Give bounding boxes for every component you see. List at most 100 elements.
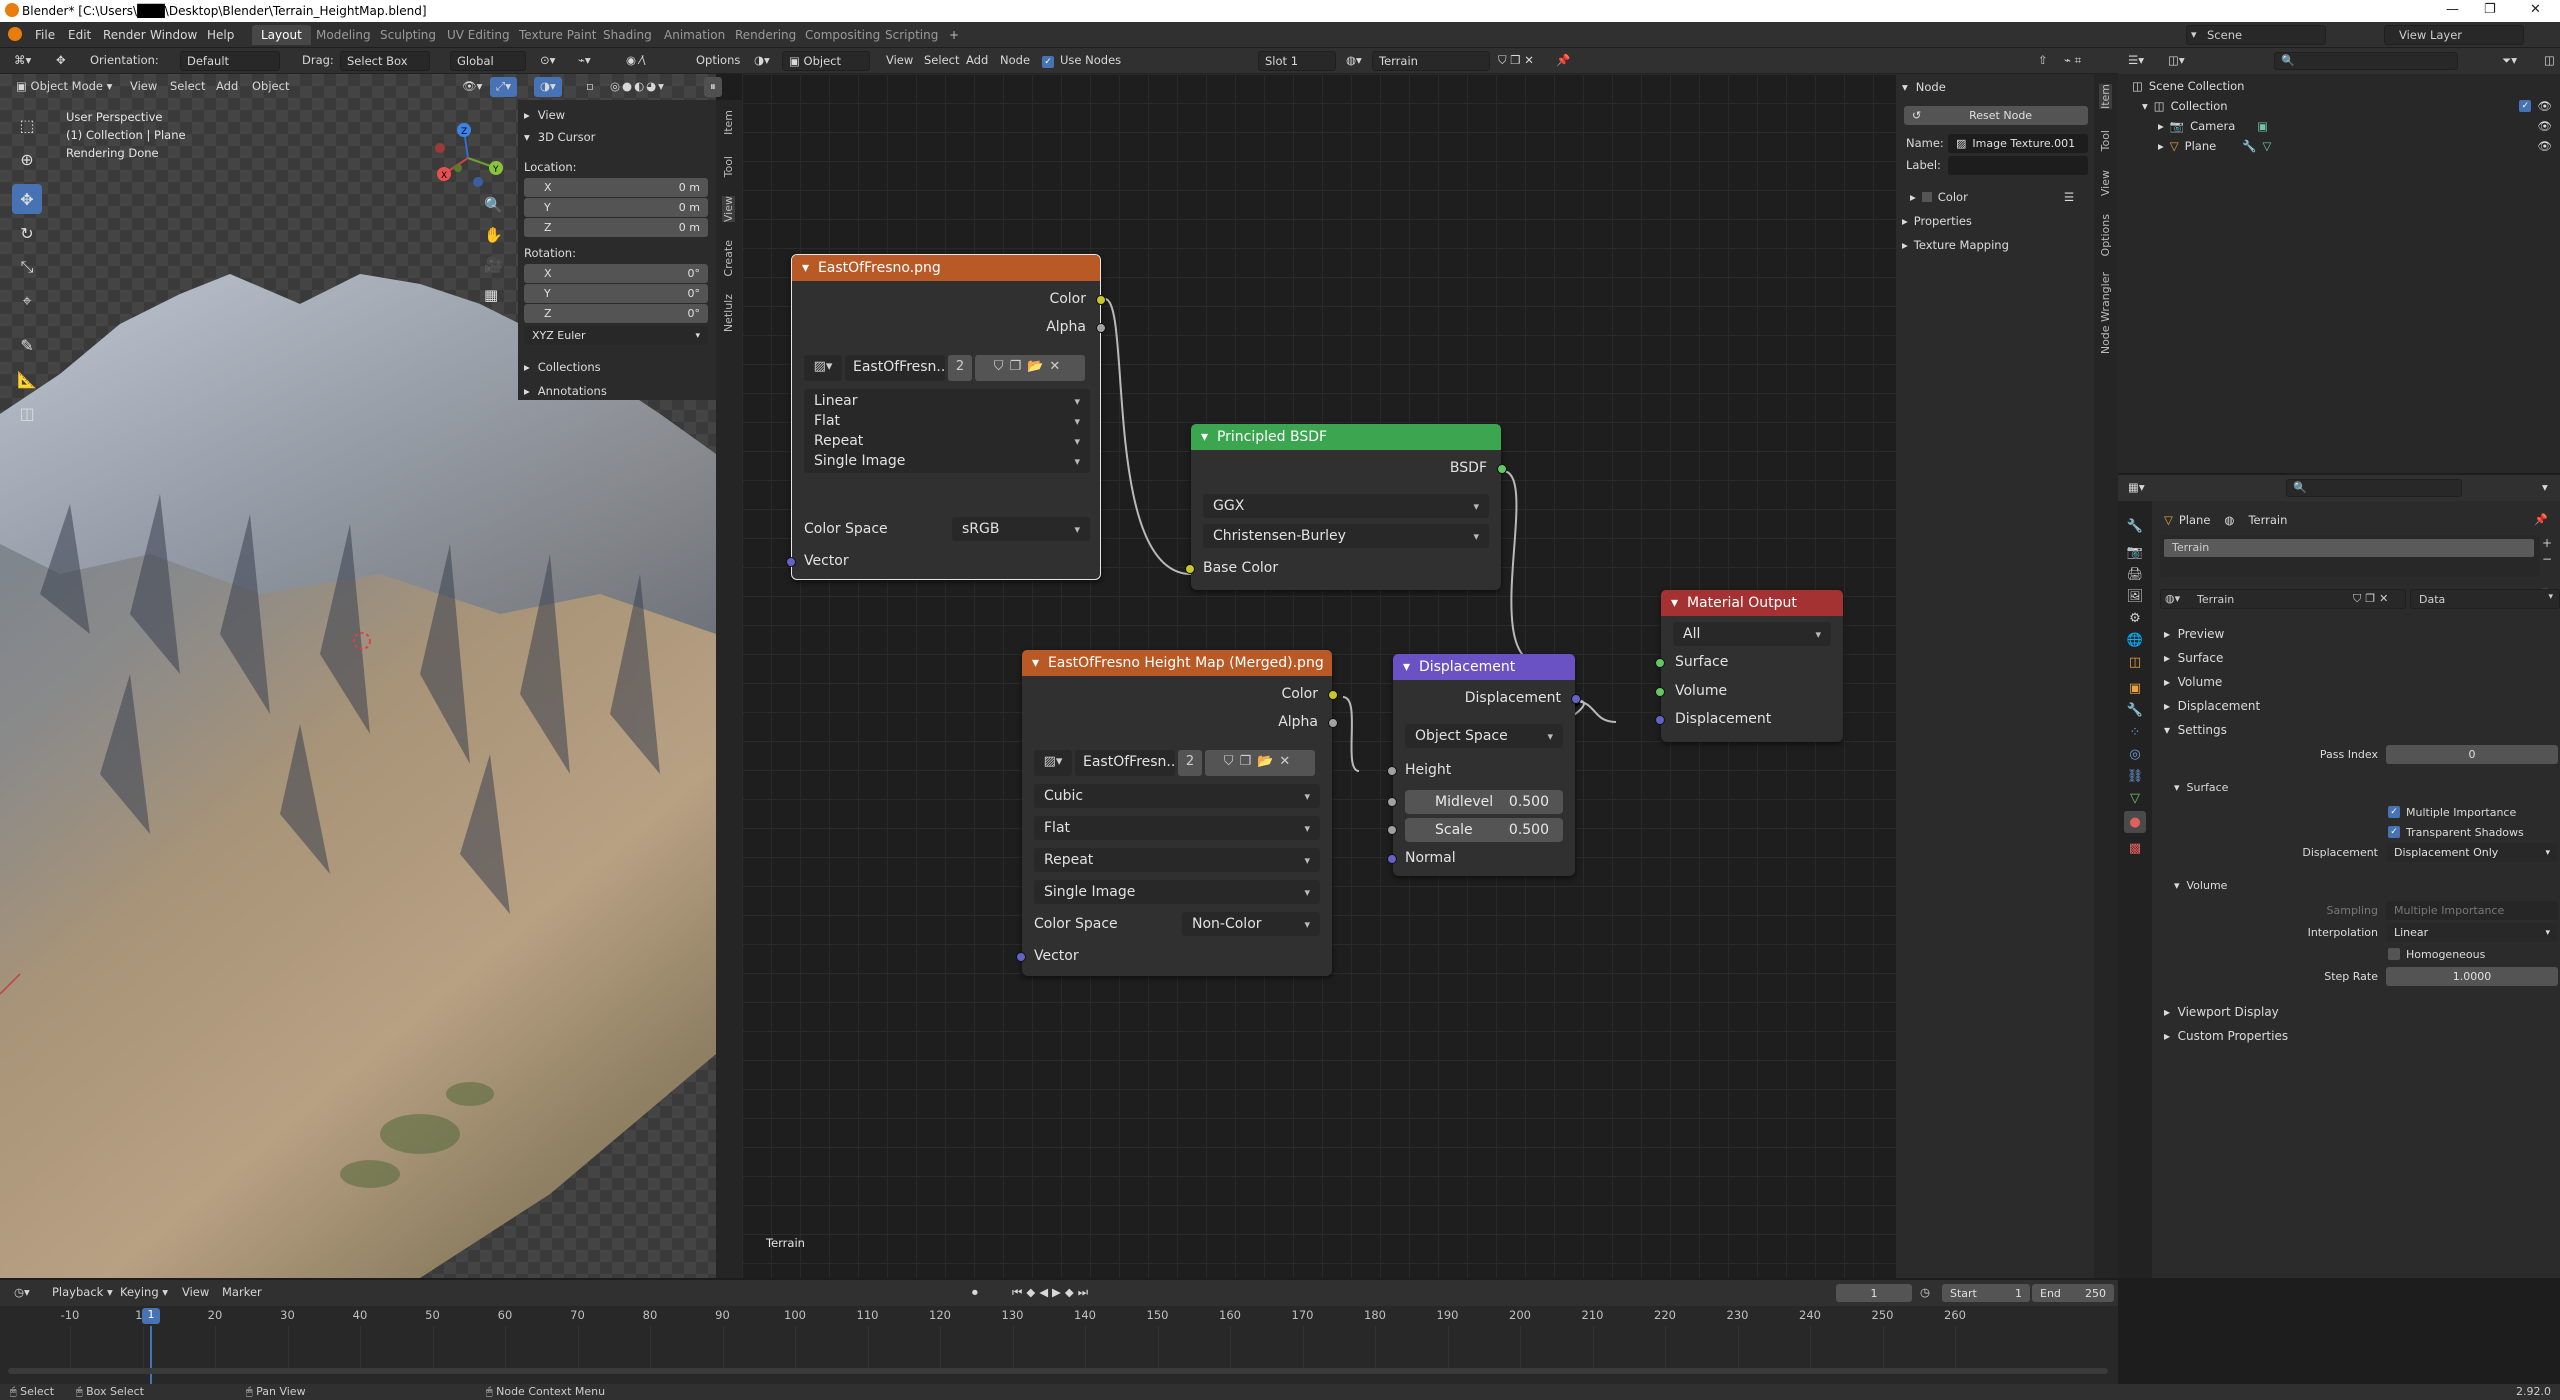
input-vector-socket[interactable] [1016,952,1026,962]
cursor-location-z[interactable]: Z 0 m [524,218,708,237]
sampling-dropdown[interactable]: Multiple Importance [2386,901,2558,920]
cursor-location-x[interactable]: X 0 m [524,178,708,197]
link-dropdown[interactable]: Data ▾ [2410,589,2560,609]
outliner-type-icon[interactable]: ☰▾ [2122,51,2150,71]
homogeneous-toggle[interactable]: Homogeneous [2388,943,2485,965]
tab-node-tool[interactable]: Tool [2099,130,2112,151]
extension-dropdown[interactable]: Repeat ▾ [1034,848,1320,872]
material-output-node[interactable]: ▾ Material Output All ▾ Surface Volume Di… [1655,590,1843,742]
scene-tab-icon[interactable]: ⚙ [2124,607,2146,629]
tab-node-item[interactable]: Item [2099,84,2112,110]
camera-data-icon[interactable]: ▣ [2257,119,2268,133]
output-tab-icon[interactable]: 🖨 [2124,563,2146,585]
transform-orientation-dropdown[interactable]: Global [450,51,526,71]
input-normal-socket[interactable] [1387,854,1397,864]
output-color-socket[interactable] [1328,690,1338,700]
display-mode-icon[interactable]: ◫▾ [2162,51,2191,71]
node-menu-node[interactable]: Node [994,51,1036,71]
subsection-surface[interactable]: ▾ Surface [2174,781,2228,794]
cursor-rotation-z[interactable]: Z 0° [524,304,708,323]
displacement-method-dropdown[interactable]: Displacement Only ▾ [2386,843,2558,862]
properties-options-icon[interactable]: ▾ [2536,478,2554,498]
render-tab-icon[interactable]: 📷 [2124,541,2146,563]
panel-texture-mapping-header[interactable]: ▸ Texture Mapping [1902,234,2009,256]
source-dropdown[interactable]: Single Image ▾ [1034,880,1320,904]
tab-layout[interactable]: Layout [252,25,311,45]
preview-range-icon[interactable]: ◷ [1914,1283,1936,1303]
data-tab-icon[interactable]: ▽ [2124,787,2146,809]
cursor-tool-icon[interactable]: ⊕ [12,144,42,174]
output-alpha-socket[interactable] [1328,718,1338,728]
filter-icon[interactable]: ⏷▾ [2496,51,2523,71]
transparent-shadows-toggle[interactable]: ✓ Transparent Shadows [2388,821,2524,843]
subsurface-method-dropdown[interactable]: Christensen-Burley ▾ [1203,524,1489,548]
image-actions-icons[interactable]: ⛉❐📂✕ [1205,750,1315,776]
material-slot-list[interactable]: Terrain [2160,535,2540,577]
orientation-dropdown[interactable]: Default [180,51,280,71]
node-color-checkbox[interactable] [1921,192,1932,202]
panel-properties-header[interactable]: ▸ Properties [1902,210,1972,232]
image-actions-icons[interactable]: ⛉❐📂✕ [975,355,1085,381]
pan-icon[interactable]: ✋ [484,226,503,244]
cursor-location-y[interactable]: Y 0 m [524,198,708,217]
output-alpha-socket[interactable] [1096,323,1106,333]
tab-node-view[interactable]: View [2099,170,2112,196]
tab-create[interactable]: Create [722,240,735,277]
parent-node-tree-icon[interactable]: ⇧ [2032,51,2054,71]
current-frame-field[interactable]: 1 [1836,1284,1912,1302]
viewport-menu-view[interactable]: View [124,77,163,97]
shader-type-dropdown[interactable]: ▣ Object [782,51,870,71]
modifier-icon[interactable]: 🔧 [2242,139,2256,153]
options-button[interactable]: Options [690,51,746,71]
material-datablock-actions-icon[interactable]: ⛉❐✕ [2353,592,2392,606]
collection-exclude-checkbox[interactable]: ✓ [2519,100,2532,112]
material-browse-icon[interactable]: ◍▾ [1340,51,1368,71]
camera-view-icon[interactable]: 🎥 [484,256,503,274]
physics-tab-icon[interactable]: ◎ [2124,743,2146,765]
auto-keying-icon[interactable]: ⏺ [966,1283,984,1303]
image-users-count[interactable]: 2 [1178,750,1202,776]
outliner-scene-collection[interactable]: ◫ Scene Collection [2132,76,2244,96]
input-scale-socket[interactable] [1387,825,1397,835]
menu-edit[interactable]: Edit [68,28,91,42]
node-header[interactable]: ▾ Principled BSDF [1191,424,1501,450]
constraints-tab-icon[interactable]: ⛓ [2124,765,2146,787]
timeline-menu-marker[interactable]: Marker [216,1283,268,1303]
pin-properties-icon[interactable]: 📌 [2534,513,2548,526]
node-menu-view[interactable]: View [880,51,919,71]
view-object-types-icon[interactable]: 👁▾ [456,77,488,97]
texture-tab-icon[interactable]: ▩ [2124,837,2146,859]
node-editor-type-icon[interactable]: ◑▾ [748,51,776,71]
outliner-camera[interactable]: ▸ 📷 Camera ▣ 👁 [2158,116,2552,136]
maximize-button[interactable]: ❐ [2484,2,2496,17]
xray-icon[interactable]: ▫ [580,77,600,97]
section-volume[interactable]: ▸ Volume [2164,675,2222,689]
displacement-node[interactable]: ▾ Displacement Displacement Object Space… [1387,654,1581,876]
properties-type-icon[interactable]: ▦▾ [2122,478,2151,498]
image-name-field[interactable]: EastOfFresn... [845,355,945,381]
image-browse-icon[interactable]: ▨▾ [804,355,842,381]
collection-visibility-icon[interactable]: 👁 [2537,99,2552,113]
panel-collections-header[interactable]: ▸ Collections [524,356,601,378]
color-space-dropdown[interactable]: Non-Color ▾ [1182,912,1320,936]
material-datablock[interactable]: ◍▾ Terrain ⛉❐✕ [2160,589,2406,609]
tool-tab-icon[interactable]: 🔧 [2124,515,2146,537]
viewport-menu-select[interactable]: Select [164,77,211,97]
particles-tab-icon[interactable]: ⁘ [2124,721,2146,743]
color-space-dropdown[interactable]: sRGB ▾ [952,517,1090,541]
add-cube-tool-icon[interactable]: ◫ [12,398,42,428]
zoom-icon[interactable]: 🔍 [484,196,503,214]
use-nodes-checkbox[interactable]: ✓ [1042,56,1054,68]
subsection-volume[interactable]: ▾ Volume [2174,879,2227,892]
panel-view-header[interactable]: ▸ View [524,104,565,126]
tab-node-options[interactable]: Options [2099,214,2112,256]
use-nodes-toggle[interactable]: ✓ Use Nodes [1036,51,1127,71]
playhead[interactable]: 1 [142,1308,160,1324]
mesh-data-icon[interactable]: ▽ [2263,139,2272,153]
node-header[interactable]: ▾ EastOfFresno.png [792,255,1100,281]
homogeneous-checkbox[interactable] [2388,948,2400,960]
viewport-menu-add[interactable]: Add [210,77,244,97]
principled-bsdf-node[interactable]: ▾ Principled BSDF BSDF GGX ▾ Christensen-… [1185,424,1507,590]
transparent-shadows-checkbox[interactable]: ✓ [2388,826,2400,838]
section-displacement[interactable]: ▸ Displacement [2164,699,2260,713]
